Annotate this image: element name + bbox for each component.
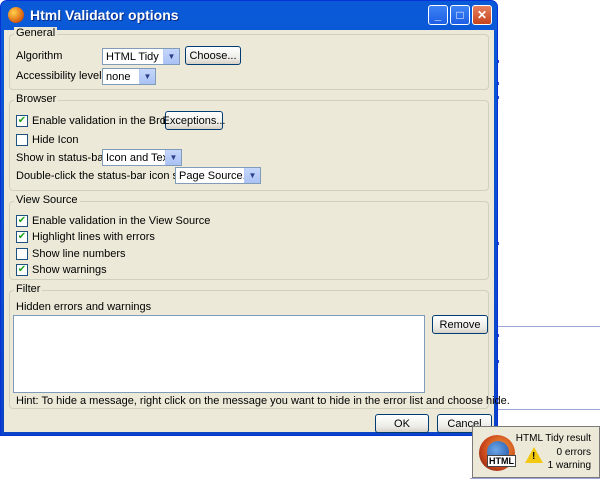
enable-view-source-label: Enable validation in the View Source [32,215,211,227]
close-button[interactable]: ✕ [472,5,492,25]
checkbox-show-line-numbers[interactable] [16,248,28,260]
hidden-errors-list[interactable] [13,315,425,393]
background-rule [498,409,600,410]
filter-hint: Hint: To hide a message, right click on … [16,395,510,407]
exceptions-button[interactable]: Exceptions... [163,111,226,130]
general-legend: General [14,27,58,39]
title-bar[interactable]: Html Validator options _ □ ✕ [4,1,494,29]
accessibility-select[interactable]: none ▼ [102,68,156,85]
view-source-legend: View Source [14,194,80,206]
chevron-down-icon: ▼ [244,168,260,183]
choose-button[interactable]: Choose... [185,46,241,65]
background-rule [498,326,600,327]
filter-legend: Filter [14,283,43,295]
show-warnings-label: Show warnings [32,264,107,276]
dblclick-select[interactable]: Page Source... ▼ [175,167,261,184]
chevron-down-icon: ▼ [165,150,181,165]
background-page [498,0,600,420]
algorithm-value: HTML Tidy [106,50,159,63]
background-rule [470,478,600,479]
enable-view-source-checkbox[interactable]: ✔ Enable validation in the View Source [16,215,210,227]
checkbox-hide-icon[interactable] [16,134,28,146]
algorithm-label: Algorithm [16,50,63,62]
general-group: General Algorithm HTML Tidy ▼ Choose... … [9,27,489,90]
warning-mark-icon: ! [532,451,536,462]
view-source-group: View Source ✔ Enable validation in the V… [9,194,489,280]
hidden-errors-label: Hidden errors and warnings [16,301,152,313]
dialog-body: General Algorithm HTML Tidy ▼ Choose... … [4,27,510,433]
popup-title: HTML Tidy result [515,433,591,444]
browser-legend: Browser [14,93,59,105]
checkbox-show-warnings[interactable]: ✔ [16,264,28,276]
checkbox-enable-browser[interactable]: ✔ [16,115,28,127]
minimize-button[interactable]: _ [428,5,448,25]
popup-errors: 0 errors [556,447,591,458]
firefox-icon [8,7,24,23]
options-window: Html Validator options _ □ ✕ General Alg… [0,0,510,436]
highlight-lines-label: Highlight lines with errors [32,231,155,243]
validation-result-popup[interactable]: HTML ! HTML Tidy result 0 errors 1 warni… [472,426,600,478]
popup-warnings: 1 warning [547,460,591,471]
status-bar-value: Icon and Text [106,151,172,164]
browser-group: Browser ✔ Enable validation in the Brows… [9,93,489,191]
status-bar-select[interactable]: Icon and Text ▼ [102,149,182,166]
remove-button[interactable]: Remove [432,315,488,334]
show-warnings-checkbox[interactable]: ✔ Show warnings [16,264,107,276]
chevron-down-icon: ▼ [139,69,155,84]
show-line-numbers-label: Show line numbers [32,248,126,260]
checkbox-enable-view-source[interactable]: ✔ [16,215,28,227]
window-title: Html Validator options [30,7,179,23]
status-bar-label: Show in status-bar [16,152,108,164]
dblclick-value: Page Source... [179,169,252,182]
ok-button[interactable]: OK [375,414,429,433]
chevron-down-icon: ▼ [163,49,179,64]
algorithm-select[interactable]: HTML Tidy ▼ [102,48,180,65]
filter-group: Filter Hidden errors and warnings Remove… [9,283,510,409]
hide-icon-checkbox[interactable]: Hide Icon [16,134,78,146]
checkbox-highlight-lines[interactable]: ✔ [16,231,28,243]
html-badge: HTML [487,455,516,467]
accessibility-value: none [106,70,131,83]
maximize-button[interactable]: □ [450,5,470,25]
hide-icon-label: Hide Icon [32,134,79,146]
accessibility-label: Accessibility level [16,70,102,82]
show-line-numbers-checkbox[interactable]: Show line numbers [16,248,126,260]
highlight-lines-checkbox[interactable]: ✔ Highlight lines with errors [16,231,155,243]
